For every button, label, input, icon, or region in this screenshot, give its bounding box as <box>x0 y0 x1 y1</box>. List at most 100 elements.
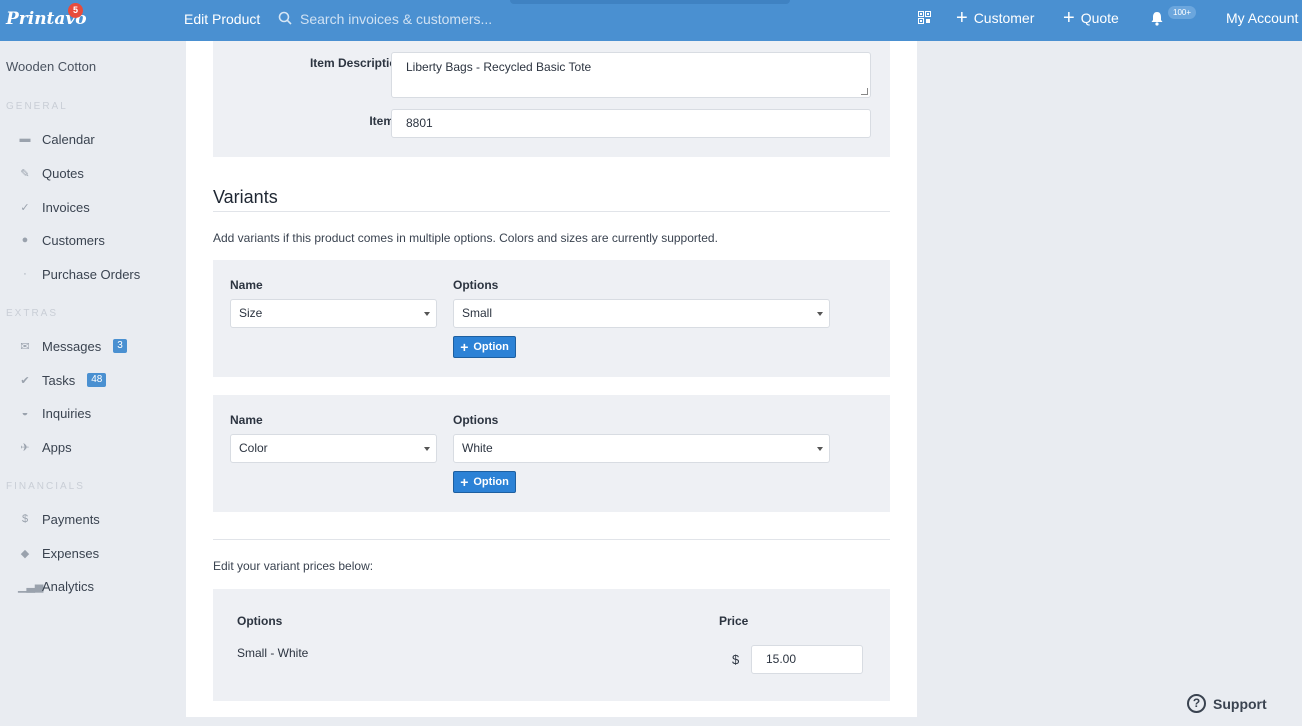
tag-icon: ◆ <box>20 547 30 560</box>
sidebar-item-label: Apps <box>42 439 72 455</box>
variant-name-label: Name <box>230 278 263 292</box>
variant-prices-table: Options Price Small - White $ 15.00 <box>213 589 890 701</box>
sidebar-item-inquiries[interactable]: ◒ Inquiries <box>18 403 91 423</box>
variant-options-select[interactable]: White <box>453 434 830 463</box>
sidebar-item-label: Payments <box>42 511 100 527</box>
sidebar-item-label: Customers <box>42 232 105 248</box>
plus-icon: + <box>460 474 469 490</box>
search-icon <box>278 11 292 25</box>
variant-name-value: Size <box>239 306 263 320</box>
variant-card: Name Options Size Small + Option <box>213 260 890 377</box>
account-name[interactable]: Wooden Cotton <box>6 59 96 74</box>
sidebar-item-apps[interactable]: ✈ Apps <box>18 437 72 457</box>
item-number-field[interactable]: 8801 <box>391 109 871 138</box>
resize-handle-icon[interactable] <box>861 88 868 95</box>
variant-name-value: Color <box>239 441 268 455</box>
section-extras: EXTRAS <box>6 308 59 319</box>
variant-options-select[interactable]: Small <box>453 299 830 328</box>
support-button[interactable]: ? Support <box>1187 694 1267 713</box>
sidebar-item-label: Analytics <box>42 578 95 594</box>
calendar-icon: ▬ <box>19 133 31 145</box>
variants-heading: Variants <box>213 187 278 207</box>
sidebar: Wooden Cotton GENERAL ▬ Calendar ✎ Quote… <box>0 41 186 726</box>
page-title: Edit Product <box>184 11 261 27</box>
sidebar-item-label: Expenses <box>42 545 100 561</box>
notifications-badge: 100+ <box>1168 6 1197 19</box>
variant-name-label: Name <box>230 413 263 427</box>
divider <box>213 539 890 540</box>
divider <box>213 211 890 212</box>
new-customer-label: Customer <box>973 10 1035 26</box>
plus-icon: + <box>1063 7 1075 29</box>
new-customer-link[interactable]: + Customer <box>956 7 1035 29</box>
top-bar: Printavo 5 Edit Product + Customer + Quo… <box>0 0 1302 41</box>
sidebar-item-label: Tasks <box>42 372 76 388</box>
add-option-button[interactable]: + Option <box>453 336 516 358</box>
sidebar-item-tasks[interactable]: ✔ Tasks 48 <box>18 370 107 390</box>
messages-count-badge: 3 <box>113 339 127 353</box>
item-description-value: Liberty Bags - Recycled Basic Tote <box>406 60 592 74</box>
chevron-down-icon <box>817 312 823 316</box>
sidebar-item-label: Inquiries <box>42 405 92 421</box>
add-option-label: Option <box>473 341 509 353</box>
variant-option-value: Small <box>462 306 493 320</box>
item-description-field[interactable]: Liberty Bags - Recycled Basic Tote <box>391 52 871 98</box>
user-icon: ● <box>21 234 29 246</box>
product-details-card: Item Description Liberty Bags - Recycled… <box>213 41 890 157</box>
my-account-link[interactable]: My Account <box>1226 10 1298 26</box>
add-option-button[interactable]: + Option <box>453 471 516 493</box>
section-general: GENERAL <box>6 101 68 112</box>
sidebar-item-analytics[interactable]: ▁▃▅ Analytics <box>18 576 94 596</box>
top-bar-highlight <box>510 0 790 4</box>
variant-options-label: Options <box>453 278 499 292</box>
item-number-label: Item # <box>369 114 404 128</box>
check-icon: ✔ <box>20 374 30 387</box>
sidebar-item-calendar[interactable]: ▬ Calendar <box>18 129 95 149</box>
variant-option-value: White <box>462 441 493 455</box>
plus-icon: + <box>956 7 968 29</box>
sidebar-item-customers[interactable]: ● Customers <box>18 230 105 250</box>
variants-hint: Add variants if this product comes in mu… <box>213 231 718 245</box>
search-input[interactable] <box>300 8 770 30</box>
variant-card: Name Options Color White + Option <box>213 395 890 512</box>
new-quote-link[interactable]: + Quote <box>1063 7 1119 29</box>
tasks-count-badge: 48 <box>87 373 107 387</box>
sidebar-item-label: Messages <box>42 338 102 354</box>
variant-options-label: Options <box>453 413 499 427</box>
sidebar-item-label: Purchase Orders <box>42 266 141 282</box>
chevron-down-icon <box>424 447 430 451</box>
sidebar-item-invoices[interactable]: ✓ Invoices <box>18 197 90 217</box>
sidebar-item-label: Calendar <box>42 131 95 147</box>
dollar-icon: $ <box>21 513 29 525</box>
new-quote-label: Quote <box>1080 10 1119 26</box>
prices-options-header: Options <box>237 614 283 628</box>
logo-notification-badge: 5 <box>68 3 83 18</box>
support-label: Support <box>1213 695 1267 712</box>
prices-price-header: Price <box>719 614 749 628</box>
sidebar-item-messages[interactable]: ✉ Messages 3 <box>18 336 127 356</box>
sidebar-item-label: Quotes <box>42 165 84 181</box>
qr-code-icon[interactable] <box>918 11 931 24</box>
sidebar-item-payments[interactable]: $ Payments <box>18 509 100 529</box>
sidebar-item-quotes[interactable]: ✎ Quotes <box>18 163 84 183</box>
sidebar-item-label: Invoices <box>42 199 90 215</box>
variant-name-select[interactable]: Size <box>230 299 437 328</box>
item-description-label: Item Description <box>309 56 404 70</box>
section-financials: FINANCIALS <box>6 481 85 492</box>
rocket-icon: ✈ <box>20 441 30 454</box>
pencil-icon: ✎ <box>20 167 30 180</box>
price-input[interactable]: 15.00 <box>751 645 863 674</box>
add-option-label: Option <box>473 476 509 488</box>
inbox-icon: ◒ <box>21 407 29 419</box>
prices-hint: Edit your variant prices below: <box>213 559 374 573</box>
sidebar-item-expenses[interactable]: ◆ Expenses <box>18 543 99 563</box>
purchase-order-icon: · <box>23 268 27 280</box>
bar-chart-icon: ▁▃▅ <box>18 580 44 593</box>
invoice-icon: ✓ <box>20 201 30 214</box>
plus-icon: + <box>460 339 469 355</box>
variant-name-select[interactable]: Color <box>230 434 437 463</box>
bell-icon[interactable] <box>1150 11 1164 26</box>
sidebar-item-purchase-orders[interactable]: · Purchase Orders <box>18 264 140 284</box>
message-icon: ✉ <box>20 340 30 353</box>
price-row-option: Small - White <box>237 646 309 660</box>
